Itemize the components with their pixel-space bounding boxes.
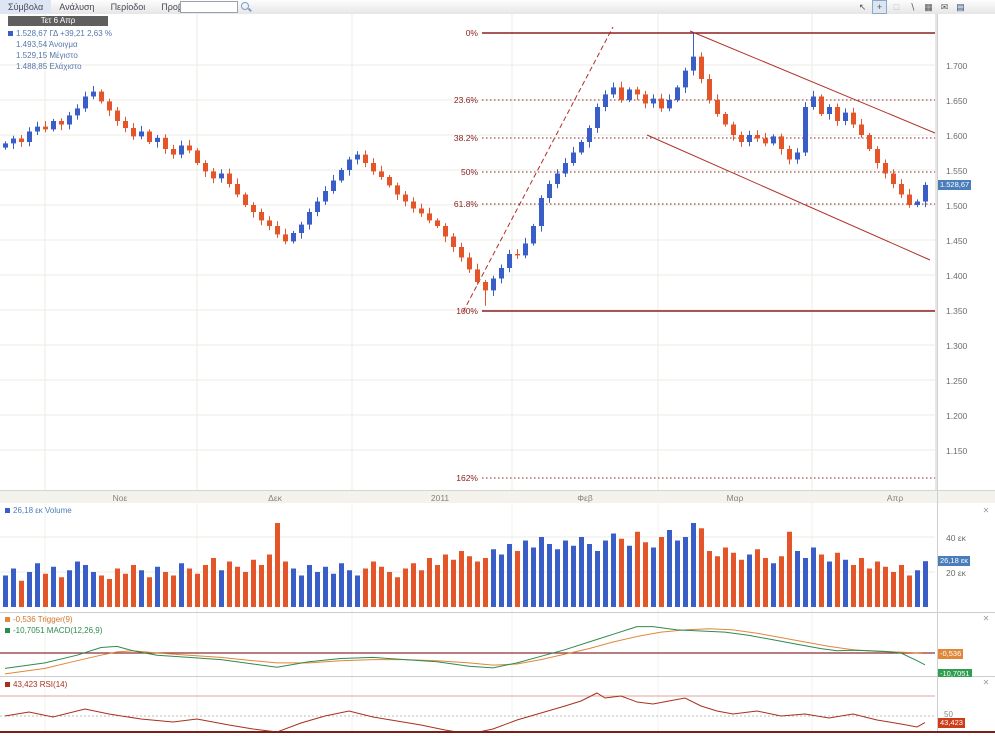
toolbar: ↖+□∖▦✉▤ bbox=[856, 0, 967, 14]
svg-text:38.2%: 38.2% bbox=[454, 133, 479, 143]
macd-marker-icon bbox=[5, 628, 10, 633]
price-axis-label: 1.600 bbox=[946, 131, 991, 141]
price-axis-label: 1.400 bbox=[946, 271, 991, 281]
volume-axis-label: 20 εκ bbox=[946, 568, 991, 578]
price-axis-label: 1.450 bbox=[946, 236, 991, 246]
rsi-chart[interactable] bbox=[0, 677, 937, 731]
time-axis-label: Φεβ bbox=[577, 493, 592, 503]
grid-icon[interactable]: ▦ bbox=[922, 1, 935, 13]
save-icon[interactable]: ▤ bbox=[954, 1, 967, 13]
macd-chart[interactable] bbox=[0, 613, 937, 676]
symbol-search-input[interactable] bbox=[180, 1, 238, 13]
pointer-icon[interactable]: ↖ bbox=[856, 1, 869, 13]
svg-text:100%: 100% bbox=[456, 306, 478, 316]
menubar: ΣύμβολαΑνάλυσηΠερίοδοιΠροβολή ↖+□∖▦✉▤ bbox=[0, 0, 995, 15]
svg-text:50%: 50% bbox=[461, 167, 478, 177]
menu-item-2[interactable]: Περίοδοι bbox=[103, 0, 154, 14]
rsi-pane[interactable]: 43,423 RSI(14) 50 43,423 ✕ bbox=[0, 677, 995, 733]
time-axis-label: 2011 bbox=[431, 493, 449, 503]
rectangle-icon[interactable]: □ bbox=[890, 1, 903, 13]
trigger-label: -0,536 Trigger(9) bbox=[5, 615, 73, 624]
time-axis-label: Μαρ bbox=[727, 493, 744, 503]
close-volume-pane-button[interactable]: ✕ bbox=[982, 507, 990, 515]
macd-pane[interactable]: -0,536 Trigger(9) -10,7051 MACD(12,26,9)… bbox=[0, 613, 995, 677]
mail-icon[interactable]: ✉ bbox=[938, 1, 951, 13]
chart-application-window: ΣύμβολαΑνάλυσηΠερίοδοιΠροβολή ↖+□∖▦✉▤ 0%… bbox=[0, 0, 995, 736]
volume-tag: 26,18 εκ bbox=[938, 556, 970, 566]
rsi-label: 43,423 RSI(14) bbox=[5, 680, 67, 689]
rsi-value-tag: 43,423 bbox=[938, 718, 965, 728]
last-price-tag: 1.528,67 bbox=[938, 180, 971, 190]
legend-date: Τετ 6 Απρ bbox=[8, 16, 108, 26]
svg-text:61.8%: 61.8% bbox=[454, 199, 479, 209]
trigger-marker-icon bbox=[5, 617, 10, 622]
price-axis-label: 1.350 bbox=[946, 306, 991, 316]
line-tool-icon[interactable]: ∖ bbox=[906, 1, 919, 13]
volume-marker-icon bbox=[5, 508, 10, 513]
legend-last-price: 1.528,67 ΓΔ +39,21 2,63 % bbox=[8, 28, 112, 39]
svg-text:0%: 0% bbox=[466, 28, 479, 38]
series-marker-icon bbox=[8, 31, 13, 36]
candlestick-chart[interactable]: 0% 23.6% 38.2% 50% 61.8% 100% 162% bbox=[0, 14, 937, 490]
volume-label: 26,18 εκ Volume bbox=[5, 506, 72, 515]
price-axis-label: 1.200 bbox=[946, 411, 991, 421]
crosshair-icon[interactable]: + bbox=[872, 0, 887, 14]
price-axis-label: 1.500 bbox=[946, 201, 991, 211]
price-axis-label: 1.150 bbox=[946, 446, 991, 456]
time-axis-label: Δεκ bbox=[268, 493, 282, 503]
volume-chart[interactable] bbox=[0, 503, 937, 612]
search-button[interactable] bbox=[240, 1, 252, 13]
price-axis-separator bbox=[937, 14, 938, 731]
price-axis-label: 1.300 bbox=[946, 341, 991, 351]
volume-axis-label: 40 εκ bbox=[946, 533, 991, 543]
close-rsi-pane-button[interactable]: ✕ bbox=[982, 679, 990, 687]
rsi-marker-icon bbox=[5, 682, 10, 687]
svg-text:162%: 162% bbox=[456, 473, 478, 483]
close-macd-pane-button[interactable]: ✕ bbox=[982, 615, 990, 623]
time-axis-label: Νοε bbox=[113, 493, 128, 503]
price-axis-label: 1.700 bbox=[946, 61, 991, 71]
volume-pane[interactable]: 26,18 εκ Volume 26,18 εκ ✕ 40 εκ 20 εκ bbox=[0, 503, 995, 613]
menu-item-0[interactable]: Σύμβολα bbox=[0, 0, 51, 14]
legend-high: 1.529,15 Μέγιστο bbox=[16, 50, 112, 61]
time-axis-label: Απρ bbox=[887, 493, 903, 503]
price-axis-label: 1.250 bbox=[946, 376, 991, 386]
chart-legend: Τετ 6 Απρ 1.528,67 ΓΔ +39,21 2,63 % 1.49… bbox=[8, 16, 112, 72]
legend-open: 1.493,54 Άνοιγμα bbox=[16, 39, 112, 50]
menu-items: ΣύμβολαΑνάλυσηΠερίοδοιΠροβολή bbox=[0, 0, 205, 14]
menu-item-1[interactable]: Ανάλυση bbox=[51, 0, 102, 14]
main-chart-pane[interactable]: 0% 23.6% 38.2% 50% 61.8% 100% 162% Τετ 6 Απρ 1… bbox=[0, 14, 995, 490]
macd-label: -10,7051 MACD(12,26,9) bbox=[5, 626, 102, 635]
price-axis-label: 1.550 bbox=[946, 166, 991, 176]
trigger-value-tag: -0,536 bbox=[938, 649, 963, 659]
price-axis-label: 1.650 bbox=[946, 96, 991, 106]
svg-text:23.6%: 23.6% bbox=[454, 95, 479, 105]
legend-low: 1.488,85 Ελάχιστο bbox=[16, 61, 112, 72]
